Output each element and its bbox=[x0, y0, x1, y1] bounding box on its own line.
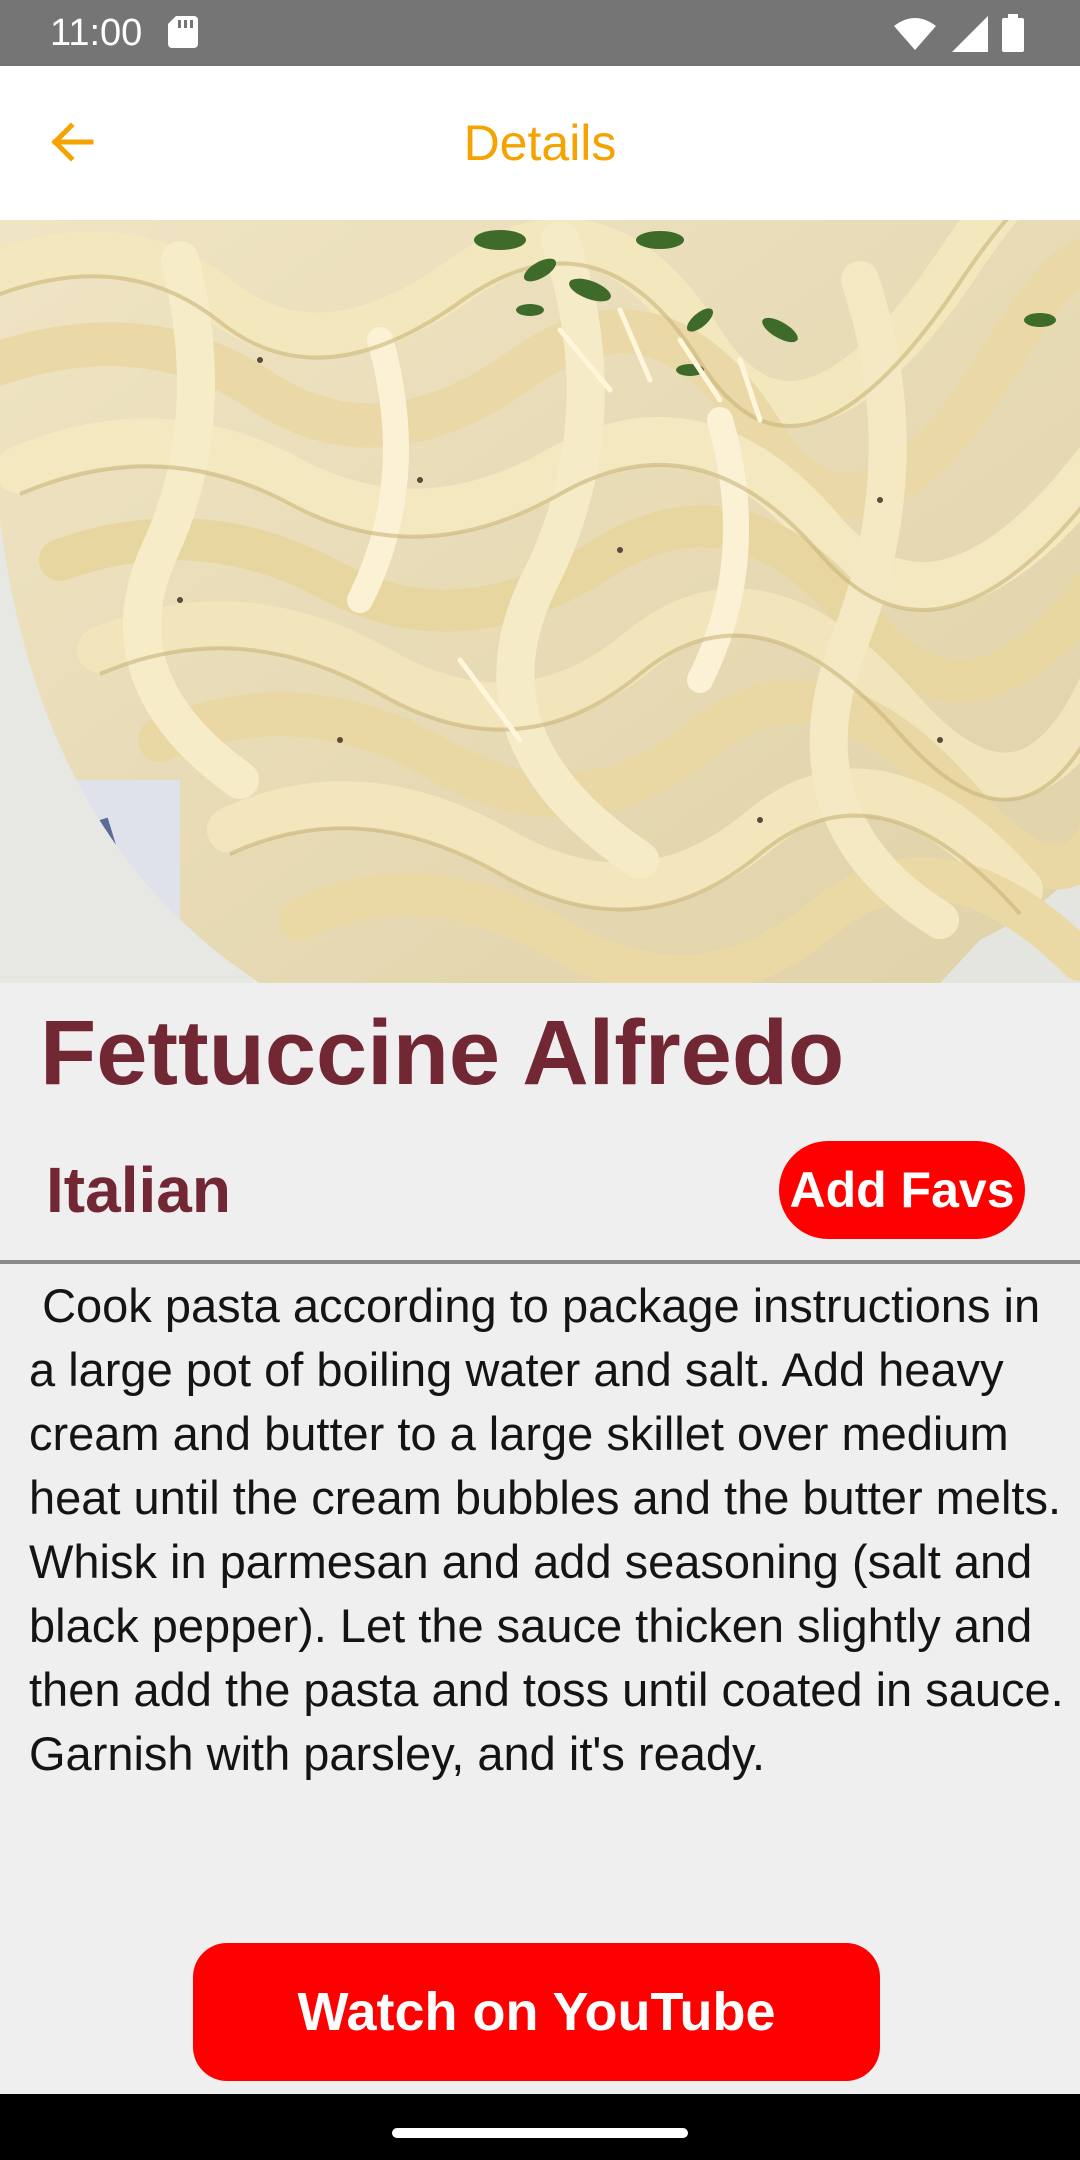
signal-icon bbox=[952, 16, 988, 52]
wifi-icon bbox=[894, 18, 936, 50]
status-bar: 11:00 bbox=[0, 0, 1080, 66]
page-title: Details bbox=[463, 115, 617, 171]
sd-card-icon bbox=[168, 16, 198, 48]
recipe-image bbox=[0, 220, 1080, 983]
pasta-photo bbox=[0, 220, 1080, 983]
recipe-cuisine: Italian bbox=[46, 1154, 231, 1226]
status-time: 11:00 bbox=[50, 12, 143, 54]
home-gesture-bar[interactable] bbox=[392, 2128, 688, 2138]
watch-youtube-button[interactable]: Watch on YouTube bbox=[193, 1943, 880, 2081]
navigation-bar bbox=[0, 2094, 1080, 2160]
arrow-back-icon bbox=[51, 122, 94, 162]
add-favorites-button[interactable]: Add Favs bbox=[779, 1141, 1025, 1239]
recipe-instructions: Cook pasta according to package instruct… bbox=[29, 1279, 1077, 1780]
recipe-title: Fettuccine Alfredo bbox=[40, 1002, 845, 1104]
battery-icon bbox=[1002, 14, 1024, 52]
divider bbox=[0, 1260, 1080, 1264]
app-bar: Details bbox=[0, 66, 1080, 220]
back-button[interactable] bbox=[36, 106, 108, 178]
